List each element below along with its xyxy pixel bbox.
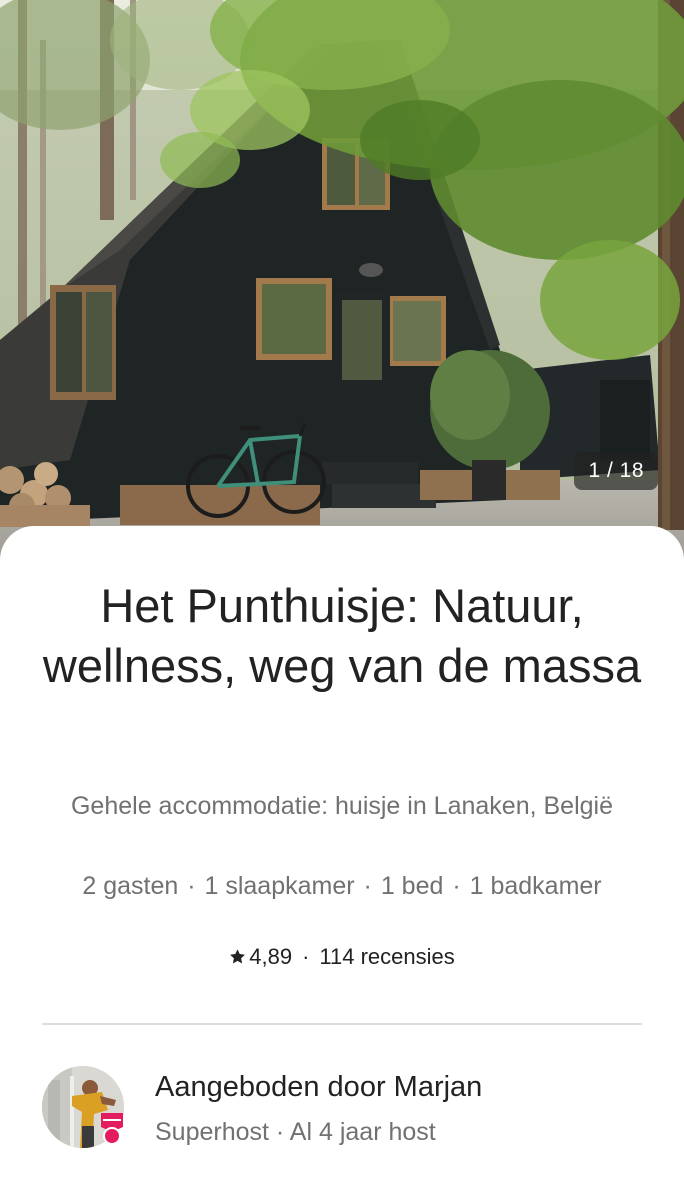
bedrooms-count: 1 slaapkamer xyxy=(204,872,355,900)
rating-score: 4,89 xyxy=(249,944,293,969)
section-divider xyxy=(42,1023,642,1025)
details-separator: · xyxy=(452,872,461,900)
rating-separator: · xyxy=(302,944,310,969)
bathrooms-count: 1 badkamer xyxy=(469,872,602,900)
host-meta: Superhost · Al 4 jaar host xyxy=(155,1118,436,1146)
beds-count: 1 bed xyxy=(380,872,444,900)
guests-count: 2 gasten xyxy=(82,872,179,900)
listing-subtitle: Gehele accommodatie: huisje in Lanaken, … xyxy=(70,792,613,820)
photo-counter: 1 / 18 xyxy=(574,452,658,490)
host-summary[interactable]: Aangeboden door Marjan Superhost · Al 4 … xyxy=(42,1064,642,1154)
reviews-link[interactable]: 114 recensies xyxy=(319,944,454,969)
listing-details: 2 gasten · 1 slaapkamer · 1 bed · 1 badk… xyxy=(20,868,664,904)
details-separator: · xyxy=(363,872,372,900)
listing-page: 1 / 18 Het Punthuisje: Natuur, wellness,… xyxy=(0,0,684,1180)
listing-summary-sheet: Het Punthuisje: Natuur, wellness, weg va… xyxy=(0,526,684,1180)
listing-title: Het Punthuisje: Natuur, wellness, weg va… xyxy=(42,579,642,692)
superhost-badge-icon xyxy=(101,1113,123,1145)
host-name: Aangeboden door Marjan xyxy=(155,1071,483,1103)
rating-summary: 4,89 · 114 recensies xyxy=(0,940,684,974)
details-separator: · xyxy=(187,872,196,900)
listing-photo-gallery[interactable]: 1 / 18 xyxy=(0,0,684,560)
star-icon xyxy=(230,949,246,964)
